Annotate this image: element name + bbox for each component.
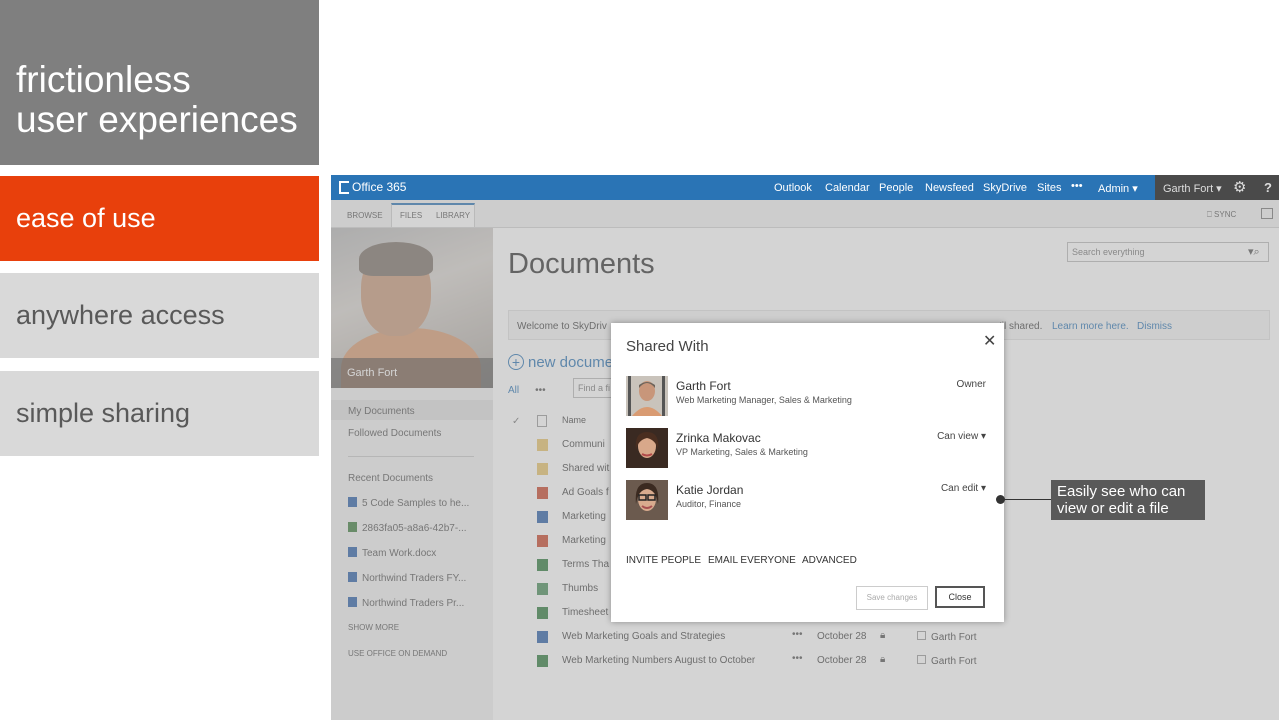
close-icon[interactable]: ✕ [983, 331, 996, 351]
permission-dropdown[interactable]: Can view ▾ [937, 431, 986, 442]
shared-person-row: Garth Fort Web Marketing Manager, Sales … [626, 376, 996, 420]
person-role: Auditor, Finance [676, 499, 742, 509]
callout-connector [1001, 499, 1051, 500]
slide-title-block: frictionless user experiences [0, 0, 319, 165]
avatar-katie-image [626, 480, 668, 520]
person-name[interactable]: Garth Fort [676, 379, 731, 393]
feature-label: anywhere access [16, 300, 225, 330]
avatar [626, 480, 668, 520]
feature-label: simple sharing [16, 398, 191, 428]
help-icon[interactable]: ? [1264, 180, 1272, 195]
callout-dot [996, 495, 1005, 504]
nav-more[interactable]: ••• [1071, 180, 1083, 192]
nav-newsfeed[interactable]: Newsfeed [925, 182, 974, 194]
office-logo-icon [339, 181, 349, 194]
person-role: Web Marketing Manager, Sales & Marketing [676, 395, 852, 405]
slide-title-line2: user experiences [16, 99, 298, 140]
shared-person-row: Katie Jordan Auditor, Finance Can edit ▾ [626, 480, 996, 524]
feature-label: ease of use [16, 203, 156, 233]
nav-sites[interactable]: Sites [1037, 182, 1061, 194]
feature-anywhere-access: anywhere access [0, 273, 319, 358]
feature-simple-sharing: simple sharing [0, 371, 319, 456]
avatar [626, 428, 668, 468]
shared-with-dialog: Shared With ✕ Garth Fort Web Marketing M… [611, 323, 1004, 622]
invite-people-link[interactable]: INVITE PEOPLE [626, 555, 701, 566]
feature-ease-of-use: ease of use [0, 176, 319, 261]
nav-outlook[interactable]: Outlook [774, 182, 812, 194]
shared-person-row: Zrinka Makovac VP Marketing, Sales & Mar… [626, 428, 996, 472]
avatar [626, 376, 668, 416]
office365-logo[interactable]: Office 365 [339, 180, 406, 194]
avatar-garth-image [626, 376, 668, 416]
dialog-title: Shared With [626, 338, 709, 355]
nav-skydrive[interactable]: SkyDrive [983, 182, 1027, 194]
person-name[interactable]: Katie Jordan [676, 483, 743, 497]
slide-title: frictionless user experiences [16, 60, 298, 140]
save-changes-button[interactable]: Save changes [856, 586, 928, 610]
user-menu: Garth Fort ▾ ⚙ ? [1155, 175, 1279, 200]
email-everyone-link[interactable]: EMAIL EVERYONE [708, 555, 796, 566]
user-name[interactable]: Garth Fort ▾ [1163, 182, 1222, 195]
person-name[interactable]: Zrinka Makovac [676, 431, 761, 445]
close-button[interactable]: Close [935, 586, 985, 608]
slide-title-line1: frictionless [16, 59, 191, 100]
logo-text: Office 365 [352, 180, 407, 194]
nav-admin[interactable]: Admin ▾ [1098, 182, 1138, 195]
callout-text: Easily see who can view or edit a file [1057, 483, 1186, 517]
nav-people[interactable]: People [879, 182, 913, 194]
suite-bar: Office 365 Outlook Calendar People Newsf… [331, 175, 1279, 200]
settings-gear-icon[interactable]: ⚙ [1233, 178, 1246, 196]
nav-calendar[interactable]: Calendar [825, 182, 870, 194]
permission-dropdown[interactable]: Can edit ▾ [941, 483, 986, 494]
advanced-link[interactable]: ADVANCED [802, 555, 857, 566]
avatar-zrinka-image [626, 428, 668, 468]
callout-box: Easily see who can view or edit a file [1051, 480, 1205, 520]
permission-label: Owner [956, 379, 986, 390]
office365-screenshot: Office 365 Outlook Calendar People Newsf… [331, 175, 1279, 720]
person-role: VP Marketing, Sales & Marketing [676, 447, 808, 457]
